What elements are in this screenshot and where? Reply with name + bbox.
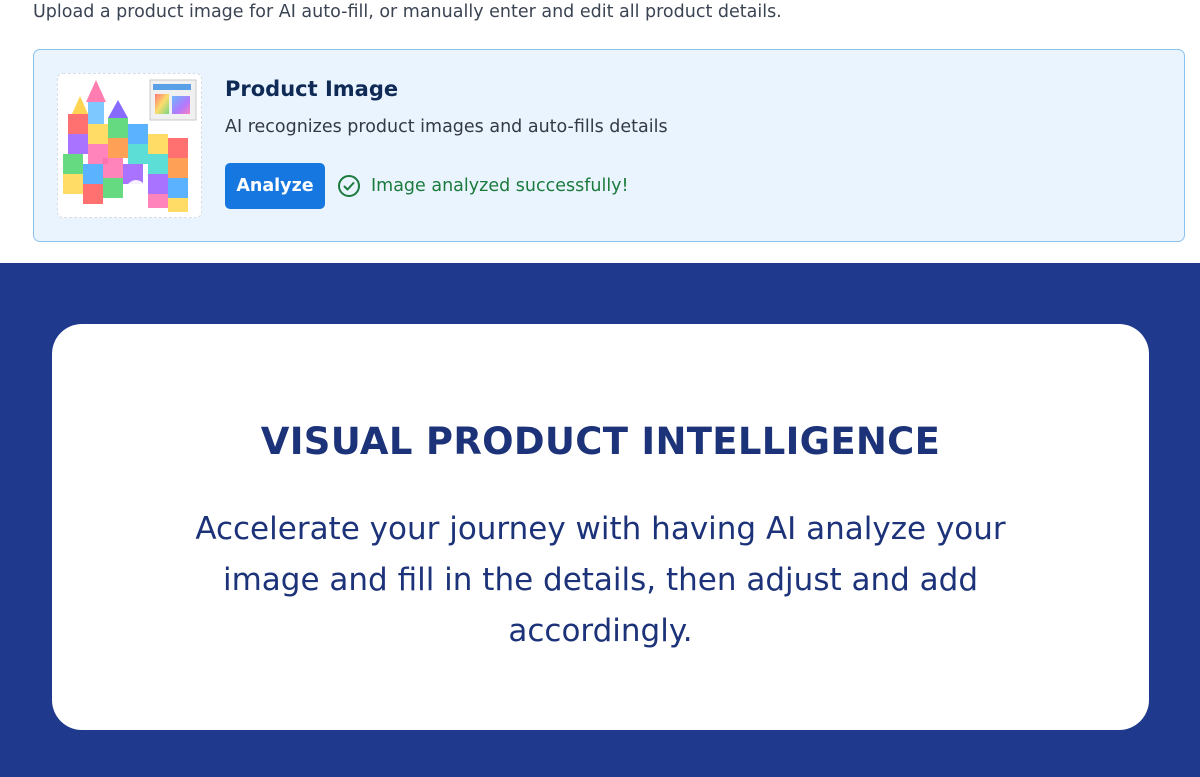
status-text: Image analyzed successfully! (371, 176, 629, 196)
analysis-status: Image analyzed successfully! (337, 174, 629, 198)
upload-section: Upload a product image for AI auto-fill,… (0, 0, 1200, 263)
feature-card: VISUAL PRODUCT INTELLIGENCE Accelerate y… (52, 324, 1149, 730)
analyze-button[interactable]: Analyze (225, 163, 325, 209)
feature-banner: VISUAL PRODUCT INTELLIGENCE Accelerate y… (0, 263, 1200, 777)
product-image-card: Product Image AI recognizes product imag… (33, 49, 1185, 242)
magnetic-tiles-image (63, 79, 197, 212)
check-circle-icon (338, 175, 360, 197)
card-subtitle: AI recognizes product images and auto-fi… (225, 117, 668, 137)
intro-text: Upload a product image for AI auto-fill,… (33, 2, 782, 22)
product-thumbnail[interactable] (57, 73, 202, 218)
card-title: Product Image (225, 77, 399, 101)
feature-title: VISUAL PRODUCT INTELLIGENCE (260, 420, 941, 463)
feature-description: Accelerate your journey with having AI a… (195, 511, 1006, 649)
